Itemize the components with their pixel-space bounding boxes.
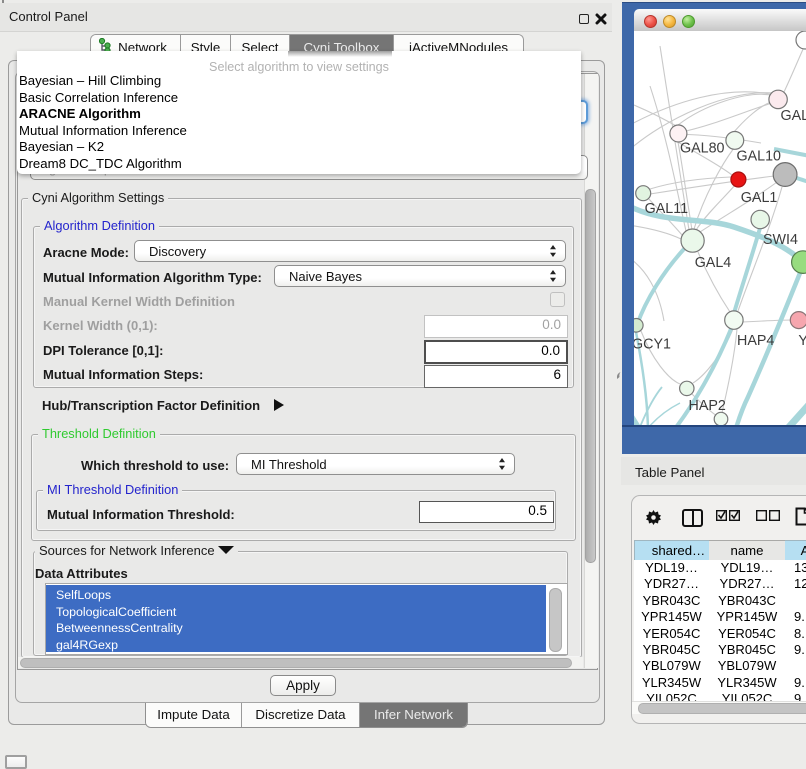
svg-text:HAP2: HAP2	[689, 398, 726, 414]
svg-text:SWI4: SWI4	[763, 232, 798, 248]
svg-text:GAL4: GAL4	[695, 255, 732, 271]
svg-text:HAP4: HAP4	[737, 333, 774, 349]
svg-text:GAL1: GAL1	[741, 190, 778, 206]
svg-text:GCY1: GCY1	[634, 337, 671, 353]
svg-text:Y: Y	[798, 333, 806, 349]
svg-text:GAL80: GAL80	[680, 141, 725, 157]
svg-text:GAL10: GAL10	[737, 148, 782, 164]
svg-text:GAL11: GAL11	[645, 201, 688, 217]
svg-text:GAL7: GAL7	[781, 108, 806, 124]
